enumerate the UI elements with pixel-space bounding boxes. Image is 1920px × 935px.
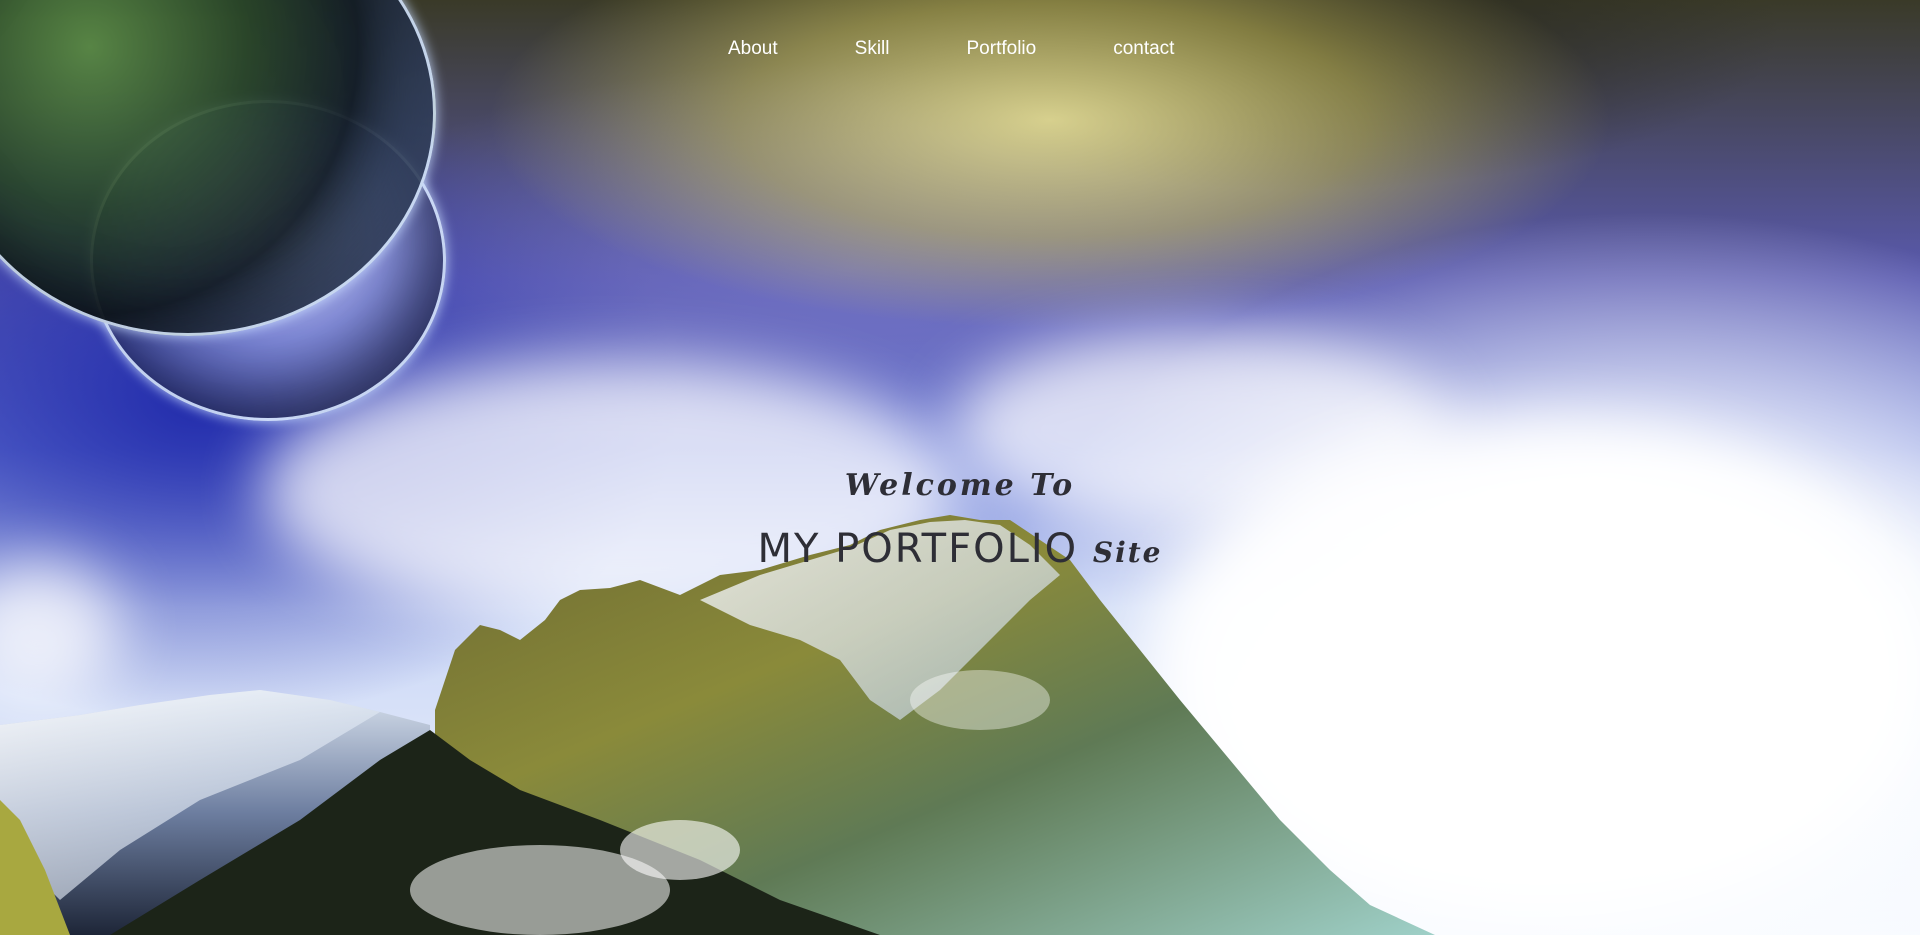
portfolio-title-main: MY PORTFOLIO [757,526,1079,572]
welcome-heading: Welcome To [844,468,1076,503]
portfolio-title: MY PORTFOLIO Site [0,526,1920,572]
nav-link-contact[interactable]: contact [1113,38,1174,60]
portfolio-title-suffix: Site [1092,536,1163,569]
nav-link-skill[interactable]: Skill [855,38,890,60]
hero-section: About Skill Portfolio contact Welcome To… [0,0,1920,935]
nav-link-about[interactable]: About [728,38,778,60]
nav-links: About Skill Portfolio contact [728,38,1174,60]
nav-link-portfolio[interactable]: Portfolio [967,38,1037,60]
